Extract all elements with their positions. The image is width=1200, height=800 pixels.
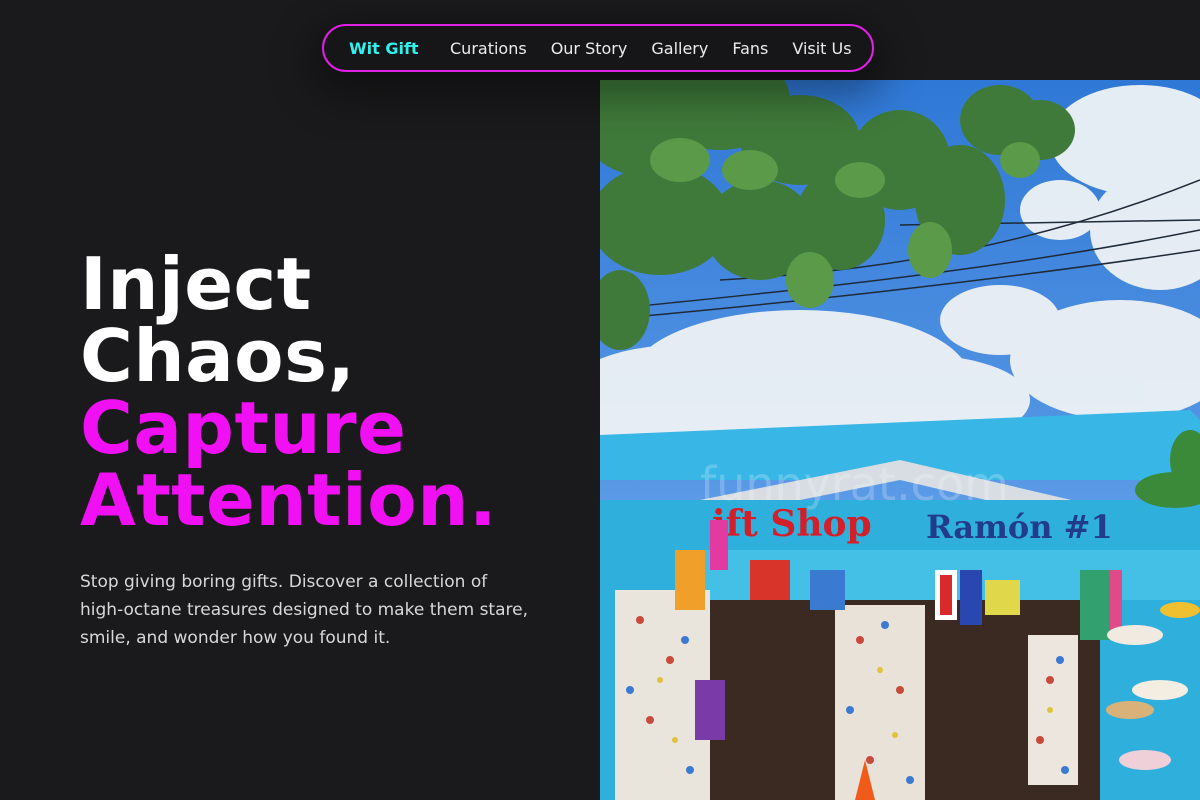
nav-link-gallery[interactable]: Gallery	[651, 39, 708, 59]
headline-line-2: Chaos,	[80, 314, 356, 398]
hero-headline: Inject Chaos, Capture Attention.	[80, 248, 580, 536]
top-navigation: Wit Gift Curations Our Story Gallery Fan…	[322, 24, 874, 72]
nav-link-our-story[interactable]: Our Story	[551, 39, 628, 59]
shop-sign-right: Ramón #1	[926, 508, 1113, 546]
headline-line-4: Attention.	[80, 458, 497, 542]
nav-link-visit-us[interactable]: Visit Us	[792, 39, 851, 59]
headline-line-3: Capture	[80, 386, 407, 470]
brand-logo-link[interactable]: Wit Gift	[349, 39, 419, 59]
nav-link-fans[interactable]: Fans	[732, 39, 768, 59]
nav-links: Curations Our Story Gallery Fans Visit U…	[450, 39, 852, 59]
watermark-text: funnyrat.com	[700, 457, 1009, 511]
headline-line-1: Inject	[80, 242, 312, 326]
gift-shop-photo: ift Shop Ramón #1 funnyrat.com	[600, 80, 1200, 800]
hero-subtext: Stop giving boring gifts. Discover a col…	[80, 572, 528, 648]
nav-link-curations[interactable]: Curations	[450, 39, 527, 59]
page: Wit Gift Curations Our Story Gallery Fan…	[0, 0, 1200, 800]
hero-section: Inject Chaos, Capture Attention. Stop gi…	[80, 248, 580, 652]
gift-shop-illustration: ift Shop Ramón #1 funnyrat.com	[600, 80, 1200, 800]
